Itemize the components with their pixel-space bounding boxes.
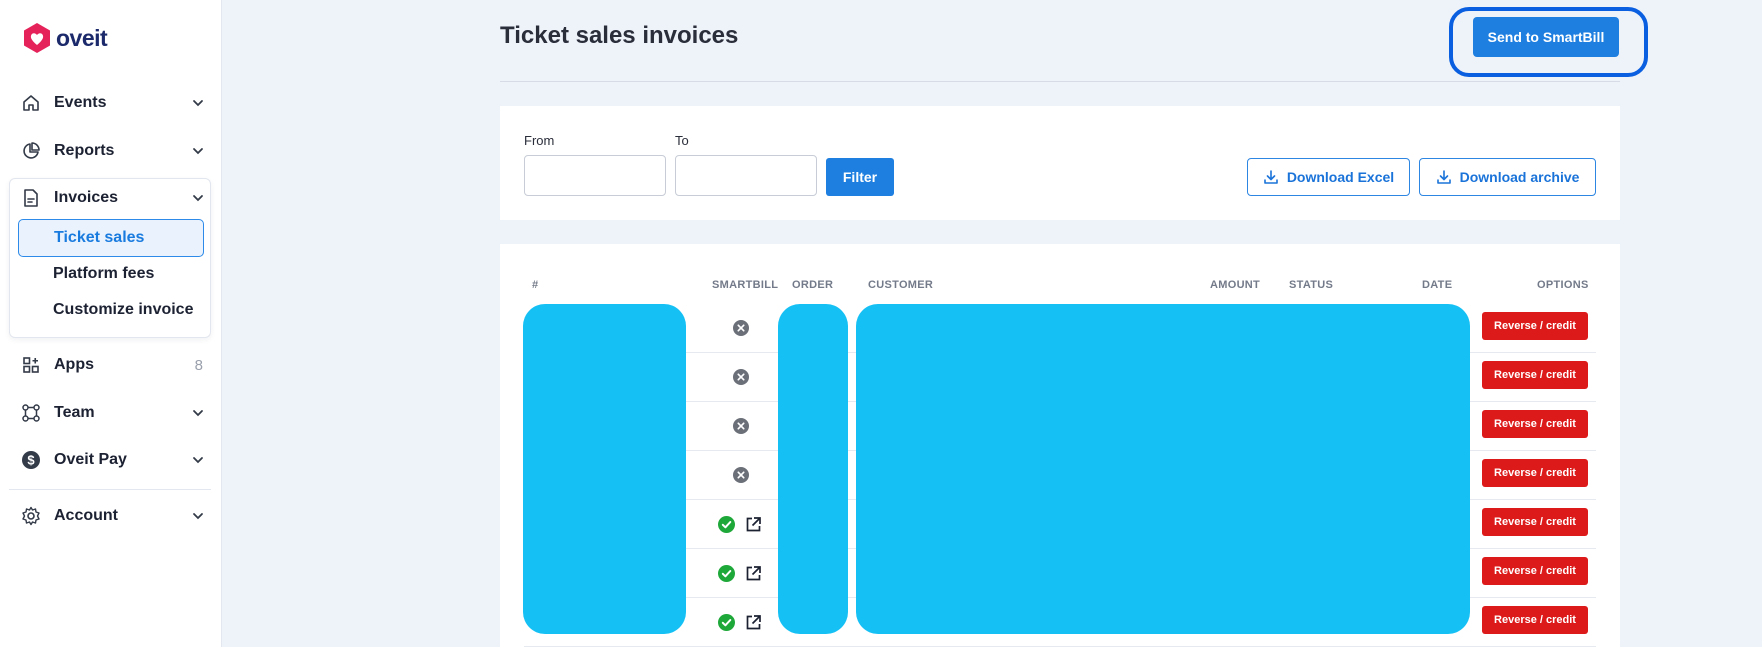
sidebar-item-events[interactable]: Events xyxy=(20,88,205,118)
gear-icon xyxy=(20,505,42,527)
column-header-amount: AMOUNT xyxy=(1210,279,1261,291)
title-divider xyxy=(500,81,1620,82)
from-date-input[interactable] xyxy=(524,155,666,196)
download-icon xyxy=(1264,170,1278,184)
sidebar-item-label: Team xyxy=(54,404,95,421)
x-circle-icon xyxy=(733,418,749,434)
check-circle-icon xyxy=(718,614,735,631)
oveit-logo-icon xyxy=(24,23,50,53)
sidebar-item-team[interactable]: Team xyxy=(20,398,205,428)
sidebar-item-label: Invoices xyxy=(54,189,119,206)
team-nodes-icon xyxy=(20,402,42,424)
page-title: Ticket sales invoices xyxy=(500,22,739,49)
reverse-credit-button[interactable]: Reverse / credit xyxy=(1482,361,1588,389)
check-circle-icon xyxy=(718,565,735,582)
pie-chart-icon xyxy=(20,140,42,162)
smartbill-cell xyxy=(718,516,762,533)
smartbill-cell xyxy=(733,467,749,483)
home-icon xyxy=(20,92,42,114)
sidebar-divider xyxy=(9,489,211,490)
sidebar-item-label: Account xyxy=(54,507,118,524)
column-header-number: # xyxy=(532,279,539,291)
to-date-input[interactable] xyxy=(675,155,817,196)
smartbill-cell xyxy=(733,418,749,434)
redacted-order-column xyxy=(778,304,848,634)
external-link-icon[interactable] xyxy=(745,565,762,582)
svg-text:$: $ xyxy=(27,453,35,468)
reverse-credit-button[interactable]: Reverse / credit xyxy=(1482,606,1588,634)
sidebar-item-account[interactable]: Account xyxy=(20,501,205,531)
chevron-down-icon[interactable] xyxy=(191,406,205,420)
smartbill-cell xyxy=(733,320,749,336)
chevron-down-icon[interactable] xyxy=(191,191,205,205)
smartbill-cell xyxy=(733,369,749,385)
download-archive-button[interactable]: Download archive xyxy=(1419,158,1596,196)
reverse-credit-button[interactable]: Reverse / credit xyxy=(1482,312,1588,340)
download-excel-button[interactable]: Download Excel xyxy=(1247,158,1410,196)
column-header-options: OPTIONS xyxy=(1537,279,1589,291)
grid-plus-icon xyxy=(20,354,42,376)
column-header-order: ORDER xyxy=(792,279,834,291)
from-label: From xyxy=(524,133,555,148)
highlight-annotation xyxy=(1449,7,1648,77)
sidebar-item-label: Oveit Pay xyxy=(54,451,127,468)
download-icon xyxy=(1436,170,1451,184)
chevron-down-icon[interactable] xyxy=(191,509,205,523)
reverse-credit-button[interactable]: Reverse / credit xyxy=(1482,557,1588,585)
download-excel-label: Download Excel xyxy=(1286,169,1395,185)
reverse-credit-button[interactable]: Reverse / credit xyxy=(1482,459,1588,487)
chevron-down-icon[interactable] xyxy=(191,96,205,110)
column-header-customer: CUSTOMER xyxy=(868,279,934,291)
sidebar-item-reports[interactable]: Reports xyxy=(20,136,205,166)
x-circle-icon xyxy=(733,320,749,336)
dollar-circle-icon: $ xyxy=(20,449,42,471)
reverse-credit-button[interactable]: Reverse / credit xyxy=(1482,508,1588,536)
logo[interactable]: oveit xyxy=(22,22,108,54)
redacted-customer-details xyxy=(856,304,1470,634)
apps-count: 8 xyxy=(194,356,203,374)
column-header-status: STATUS xyxy=(1289,279,1334,291)
sidebar-item-label: Events xyxy=(54,94,107,111)
column-header-date: DATE xyxy=(1422,279,1453,291)
sidebar-subitem-customize-invoice[interactable]: Customize invoice xyxy=(18,291,204,329)
check-circle-icon xyxy=(718,516,735,533)
sidebar-item-label: Apps xyxy=(54,356,94,373)
logo-text: oveit xyxy=(56,24,108,51)
sidebar: oveit Events Reports Invoices Ticket sal… xyxy=(0,0,222,647)
download-archive-label: Download archive xyxy=(1459,169,1580,185)
sidebar-subitem-platform-fees[interactable]: Platform fees xyxy=(18,255,204,293)
reverse-credit-button[interactable]: Reverse / credit xyxy=(1482,410,1588,438)
sidebar-item-invoices[interactable]: Invoices xyxy=(20,183,205,213)
external-link-icon[interactable] xyxy=(745,614,762,631)
x-circle-icon xyxy=(733,467,749,483)
external-link-icon[interactable] xyxy=(745,516,762,533)
column-header-smartbill: SMARTBILL xyxy=(712,279,779,291)
smartbill-cell xyxy=(718,614,762,631)
redacted-number-column xyxy=(523,304,686,634)
x-circle-icon xyxy=(733,369,749,385)
sidebar-subitem-ticket-sales[interactable]: Ticket sales xyxy=(18,219,204,257)
filter-button[interactable]: Filter xyxy=(826,158,894,196)
sidebar-item-label: Reports xyxy=(54,142,115,159)
sidebar-item-apps[interactable]: Apps 8 xyxy=(20,350,205,380)
to-label: To xyxy=(675,133,689,148)
chevron-down-icon[interactable] xyxy=(191,453,205,467)
chevron-down-icon[interactable] xyxy=(191,144,205,158)
smartbill-cell xyxy=(718,565,762,582)
sidebar-item-oveit-pay[interactable]: $ Oveit Pay xyxy=(20,445,205,475)
document-icon xyxy=(20,187,42,209)
